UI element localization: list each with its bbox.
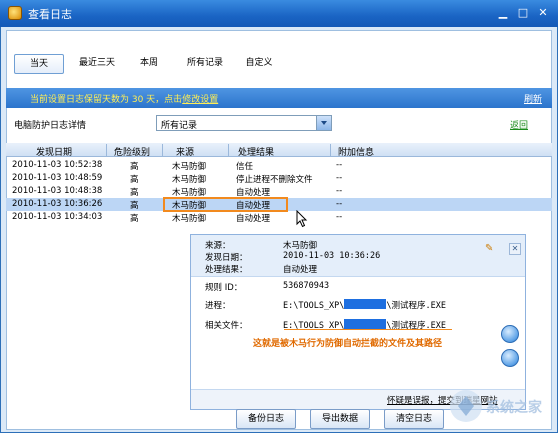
refresh-link[interactable]: 刷新	[524, 92, 542, 105]
cell-level: 高	[130, 188, 139, 198]
popup-date-value: 2010-11-03 10:36:26	[283, 251, 381, 261]
window-title: 查看日志	[28, 8, 72, 21]
table-row[interactable]: 2010-11-03 10:34:03 高 木马防御 自动处理 --	[6, 211, 552, 224]
tab-last-three-days[interactable]: 最近三天	[72, 54, 122, 74]
annotation-note: 这就是被木马行为防御自动拦截的文件及其路径	[253, 339, 443, 349]
process-path: E:\TOOLS_XP\ \测试程序.EXE	[283, 299, 446, 311]
cell-source: 木马防御	[172, 175, 207, 185]
col-extra[interactable]: 附加信息	[338, 145, 374, 158]
tab-today[interactable]: 当天	[14, 54, 64, 74]
col-level[interactable]: 危险级别	[114, 145, 150, 158]
close-icon[interactable]: ✕	[536, 6, 550, 20]
column-divider[interactable]	[162, 144, 163, 156]
popup-date-label: 发现日期：	[205, 253, 248, 263]
redacted-block	[344, 319, 387, 329]
cell-source: 木马防御	[172, 214, 207, 224]
maximize-icon[interactable]: □	[516, 6, 530, 20]
cell-date: 2010-11-03 10:36:26	[12, 199, 103, 209]
mouse-cursor-icon	[296, 210, 308, 228]
col-source[interactable]: 来源	[176, 145, 194, 158]
file-underline	[284, 329, 452, 330]
cell-date: 2010-11-03 10:52:38	[12, 160, 103, 170]
table-row[interactable]: 2010-11-03 10:52:38 高 木马防御 信任 --	[6, 159, 552, 172]
cell-date: 2010-11-03 10:34:03	[12, 212, 103, 222]
clear-log-button[interactable]: 清空日志	[384, 409, 444, 429]
table-header: 发现日期 危险级别 来源 处理结果 附加信息	[6, 143, 552, 158]
popup-source-value: 木马防御	[283, 241, 318, 251]
tab-this-week[interactable]: 本周	[128, 54, 170, 74]
cell-result: 停止进程不删除文件	[236, 175, 313, 185]
column-divider[interactable]	[228, 144, 229, 156]
retention-info-bar: 当前设置日志保留天数为 30 天，点击修改设置 刷新	[6, 88, 552, 108]
pin-icon[interactable]: ✎	[485, 243, 493, 254]
redacted-block	[344, 299, 387, 309]
retention-text: 当前设置日志保留天数为 30 天，点击	[30, 95, 183, 105]
watermark-logo: 系统之家	[446, 384, 554, 428]
title-bar[interactable]: 查看日志 ▁ □ ✕	[0, 0, 558, 27]
column-divider[interactable]	[330, 144, 331, 156]
watermark-graphic: 系统之家	[450, 390, 543, 422]
log-details-label: 电脑防护日志详情	[14, 121, 87, 131]
chevron-down-icon[interactable]	[316, 116, 331, 130]
app-logo-icon	[8, 6, 22, 20]
table-row[interactable]: 2010-11-03 10:48:59 高 木马防御 停止进程不删除文件 --	[6, 172, 552, 185]
process-path-suffix: \测试程序.EXE	[386, 301, 447, 311]
cell-extra: --	[336, 199, 343, 209]
tab-custom[interactable]: 自定义	[238, 54, 280, 74]
cell-extra: --	[336, 212, 343, 222]
cell-level: 高	[130, 214, 139, 224]
cell-extra: --	[336, 160, 343, 170]
cell-result: 自动处理	[236, 214, 271, 224]
cell-source: 木马防御	[172, 162, 207, 172]
record-filter-value: 所有记录	[161, 121, 198, 131]
cell-extra: --	[336, 173, 343, 183]
highlight-box	[163, 197, 288, 212]
cell-level: 高	[130, 175, 139, 185]
modify-settings-link[interactable]: 修改设置	[182, 95, 218, 105]
rule-id-value: 536870943	[283, 281, 330, 291]
cell-level: 高	[130, 201, 139, 211]
scroll-up-button[interactable]	[501, 325, 519, 343]
cell-date: 2010-11-03 10:48:38	[12, 186, 103, 196]
retention-info-text: 当前设置日志保留天数为 30 天，点击修改设置	[30, 92, 218, 105]
process-path-prefix: E:\TOOLS_XP\	[283, 301, 345, 311]
back-link[interactable]: 返回	[510, 118, 528, 131]
close-icon[interactable]: ✕	[509, 243, 521, 255]
scroll-down-button[interactable]	[501, 349, 519, 367]
popup-result-value: 自动处理	[283, 265, 318, 275]
col-result[interactable]: 处理结果	[238, 145, 274, 158]
cell-date: 2010-11-03 10:48:59	[12, 173, 103, 183]
minimize-icon[interactable]: ▁	[496, 6, 510, 20]
export-data-button[interactable]: 导出数据	[310, 409, 370, 429]
popup-result-label: 处理结果：	[205, 265, 248, 275]
process-label: 进程：	[205, 301, 231, 311]
related-file-label: 相关文件：	[205, 321, 248, 331]
column-divider[interactable]	[106, 144, 107, 156]
tab-all-records[interactable]: 所有记录	[180, 54, 230, 74]
cell-result: 信任	[236, 162, 254, 172]
record-filter-select[interactable]: 所有记录	[156, 115, 332, 131]
popup-source-label: 来源：	[205, 241, 231, 251]
cell-extra: --	[336, 186, 343, 196]
cell-level: 高	[130, 162, 139, 172]
col-date[interactable]: 发现日期	[36, 145, 72, 158]
watermark-text: 系统之家	[486, 399, 543, 416]
backup-log-button[interactable]: 备份日志	[236, 409, 296, 429]
rule-id-label: 规则 ID：	[205, 283, 243, 293]
